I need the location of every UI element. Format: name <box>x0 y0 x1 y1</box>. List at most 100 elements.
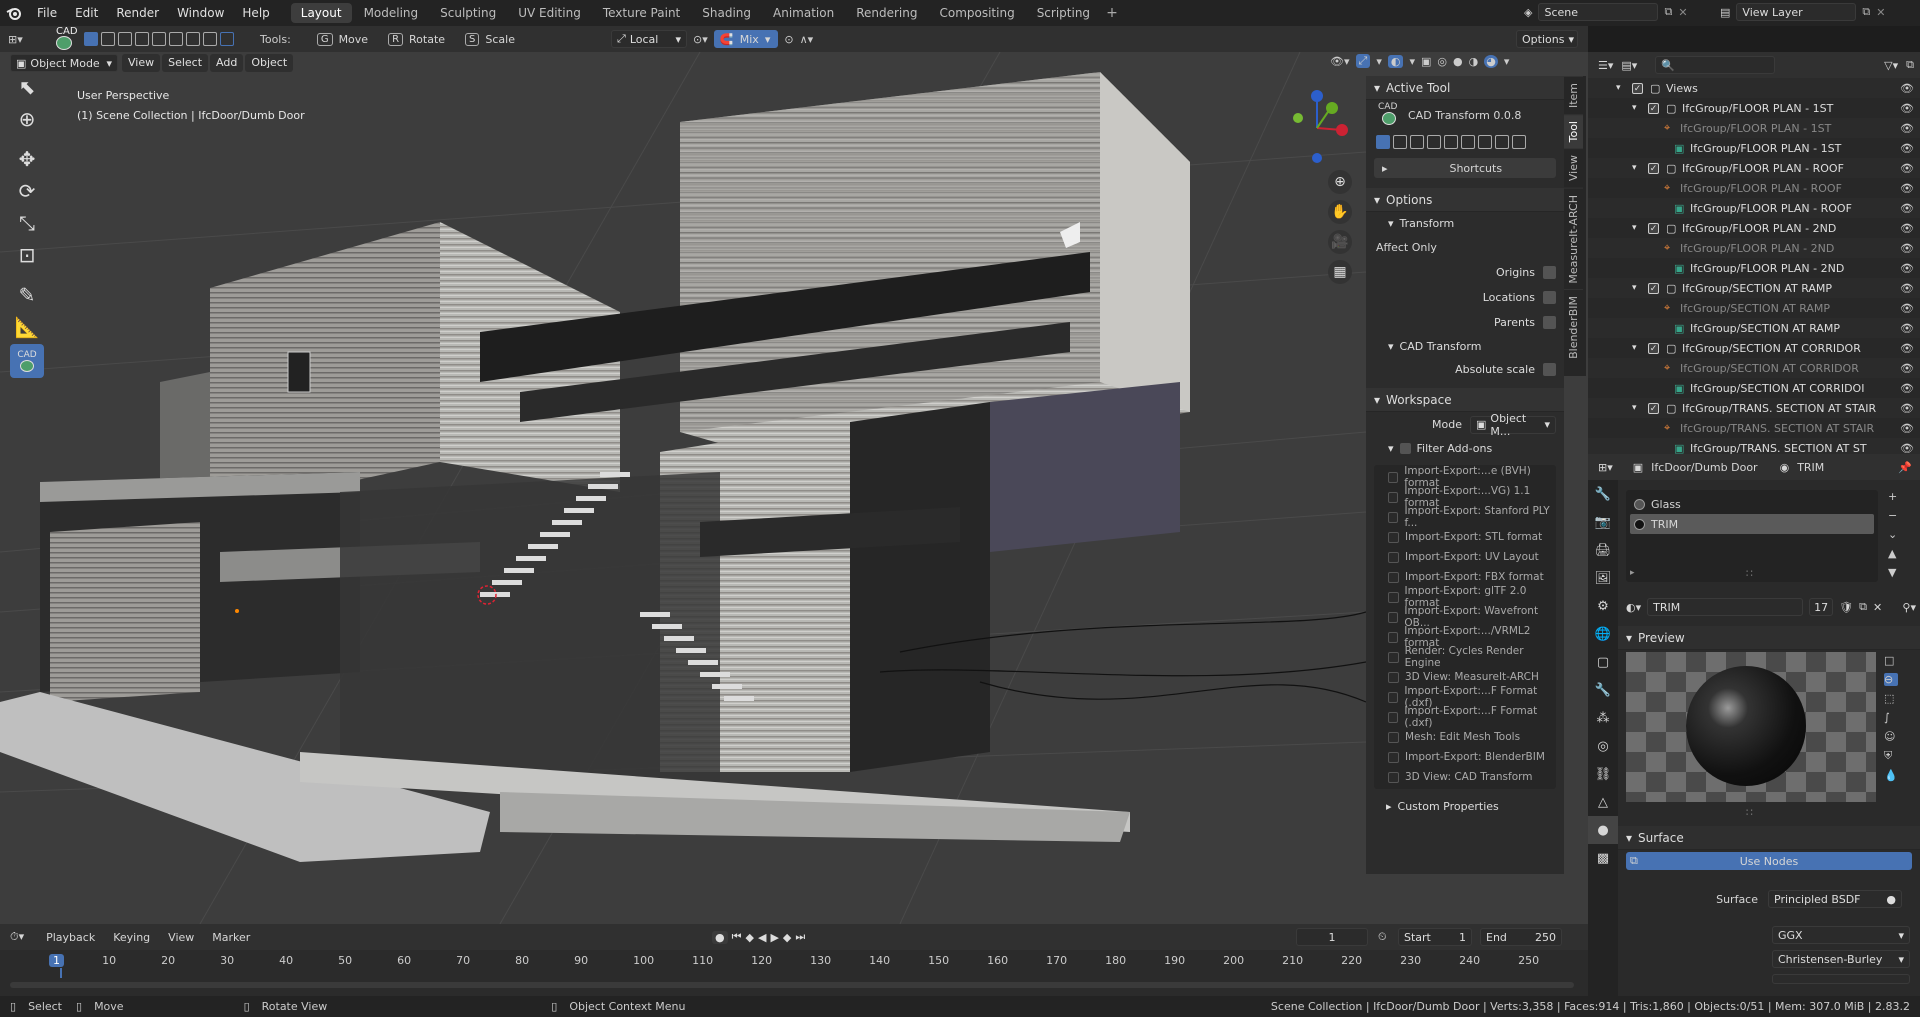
mode-dropdown[interactable]: ▣Object M...▾ <box>1470 416 1556 434</box>
options-section-header[interactable]: ▾Options <box>1366 188 1564 212</box>
tab-rendering[interactable]: Rendering <box>846 3 927 23</box>
rotate-tool-label[interactable]: Rotate <box>409 33 445 46</box>
slot-list-resize-icon[interactable]: ∷ <box>1746 567 1753 580</box>
visibility-eye-icon[interactable]: 👁 <box>1900 202 1914 215</box>
disclosure-icon[interactable]: ▾ <box>1632 343 1637 353</box>
outliner-row[interactable]: ▣IfcGroup/FLOOR PLAN - 2ND👁 <box>1588 258 1920 278</box>
visibility-eye-icon[interactable]: 👁 <box>1900 402 1914 415</box>
object-mode-dropdown[interactable]: ▣ Object Mode ▾ <box>10 54 118 72</box>
visibility-eye-icon[interactable]: 👁 <box>1900 342 1914 355</box>
object-tab-icon[interactable]: ▢ <box>1588 648 1618 676</box>
scene-tab-icon[interactable]: ⚙ <box>1588 592 1618 620</box>
outliner-row[interactable]: ▣IfcGroup/SECTION AT CORRIDOI👁 <box>1588 378 1920 398</box>
use-preview-range-icon[interactable]: ⏲ <box>1378 930 1387 944</box>
custom-properties-subheader[interactable]: ▸Custom Properties <box>1366 795 1564 817</box>
addon-item[interactable]: Import-Export:...F Format (.dxf) <box>1374 707 1556 727</box>
tool-tab-icon[interactable]: 🔧 <box>1588 480 1618 508</box>
select-invert-icon[interactable] <box>135 32 149 46</box>
addon-item[interactable]: Import-Export:...e (BVH) format <box>1374 467 1556 487</box>
play-icon[interactable]: ▶ <box>770 931 778 944</box>
sidebar-tab-tool[interactable]: Tool <box>1564 114 1583 148</box>
snap-mode-value[interactable]: Mix <box>740 33 759 46</box>
texture-tab-icon[interactable]: ▩ <box>1588 844 1618 872</box>
play-reverse-icon[interactable]: ◀ <box>758 931 766 944</box>
mode8-icon[interactable] <box>1495 135 1509 149</box>
addon-checkbox[interactable] <box>1388 712 1398 723</box>
mode1-icon[interactable] <box>1376 135 1390 149</box>
cad-transform-tool-icon[interactable]: CAD <box>42 27 78 51</box>
locations-checkbox[interactable] <box>1543 291 1556 304</box>
outliner-row[interactable]: ⌖IfcGroup/SECTION AT CORRIDOR👁 <box>1588 358 1920 378</box>
scene-icon[interactable]: ◈ <box>1524 6 1532 19</box>
move-tool-icon[interactable]: ✥ <box>10 144 44 174</box>
ortho-toggle-icon[interactable]: ▦ <box>1328 260 1352 284</box>
visibility-eye-icon[interactable]: 👁 <box>1900 182 1914 195</box>
origins-checkbox[interactable] <box>1543 266 1556 279</box>
menu-help[interactable]: Help <box>233 0 278 26</box>
addon-checkbox[interactable] <box>1388 632 1398 643</box>
visibility-eye-icon[interactable]: 👁 <box>1900 222 1914 235</box>
measure-tool-icon[interactable]: 📐 <box>10 312 44 342</box>
preview-flat-icon[interactable]: □ <box>1884 654 1898 667</box>
disclosure-icon[interactable]: ▾ <box>1632 103 1637 113</box>
addon-item[interactable]: Import-Export: STL format <box>1374 527 1556 547</box>
addon-item[interactable]: Import-Export: UV Layout <box>1374 547 1556 567</box>
particles-tab-icon[interactable]: ⁂ <box>1588 704 1618 732</box>
filter-addons-checkbox[interactable] <box>1400 443 1411 454</box>
jump-end-icon[interactable]: ⏭ <box>795 930 805 944</box>
select-mode9-icon[interactable] <box>220 32 234 46</box>
outliner-row[interactable]: ▾✓▢IfcGroup/FLOOR PLAN - 1ST👁 <box>1588 98 1920 118</box>
cad-transform-subheader[interactable]: ▾CAD Transform <box>1366 335 1564 357</box>
timeline-menu-playback[interactable]: Playback <box>40 931 101 944</box>
tab-layout[interactable]: Layout <box>291 3 352 23</box>
jump-start-icon[interactable]: ⏮ <box>732 930 742 944</box>
viewport-menu-add[interactable]: Add <box>210 54 243 72</box>
display-mode-icon[interactable]: ▤▾ <box>1621 59 1637 72</box>
constraints-tab-icon[interactable]: ⛓ <box>1588 760 1618 788</box>
gizmo-chevron-icon[interactable]: ▾ <box>1376 55 1382 68</box>
pan-hand-icon[interactable]: ✋ <box>1328 200 1352 224</box>
addon-item[interactable]: 3D View: MeasureIt-ARCH <box>1374 667 1556 687</box>
addon-item[interactable]: 3D View: CAD Transform <box>1374 767 1556 787</box>
material-name-field[interactable]: TRIM <box>1647 598 1803 616</box>
addon-item[interactable]: Render: Cycles Render Engine <box>1374 647 1556 667</box>
visibility-eye-icon[interactable]: 👁 <box>1900 102 1914 115</box>
visibility-eye-icon[interactable]: 👁 <box>1900 442 1914 455</box>
outliner-row[interactable]: ⌖IfcGroup/FLOOR PLAN - 2ND👁 <box>1588 238 1920 258</box>
physics-tab-icon[interactable]: ◎ <box>1588 732 1618 760</box>
add-workspace-button[interactable]: + <box>1100 5 1124 21</box>
material-users-count[interactable]: 17 <box>1809 598 1833 616</box>
shading-chevron-icon[interactable]: ▾ <box>1504 55 1510 68</box>
menu-window[interactable]: Window <box>168 0 233 26</box>
addon-item[interactable]: Import-Export:...F Format (.dxf) <box>1374 687 1556 707</box>
include-checkbox-icon[interactable]: ✓ <box>1648 283 1659 294</box>
parents-checkbox[interactable] <box>1543 316 1556 329</box>
addon-item[interactable]: Mesh: Edit Mesh Tools <box>1374 727 1556 747</box>
visibility-eye-icon[interactable]: 👁 <box>1900 242 1914 255</box>
absolute-scale-checkbox[interactable] <box>1543 363 1556 376</box>
falloff-icon[interactable]: ∧▾ <box>800 33 814 46</box>
distribution-dropdown[interactable]: GGX▾ <box>1772 926 1910 944</box>
outliner-row[interactable]: ⌖IfcGroup/FLOOR PLAN - ROOF👁 <box>1588 178 1920 198</box>
surface-shader-dropdown[interactable]: Principled BSDF● <box>1768 890 1902 908</box>
sidebar-tab-measureit-arch[interactable]: MeasureIt-ARCH <box>1564 188 1583 290</box>
rotate-tool-icon[interactable]: ⟳ <box>10 176 44 206</box>
world-tab-icon[interactable]: 🌐 <box>1588 620 1618 648</box>
viewport-menu-object[interactable]: Object <box>245 54 293 72</box>
addon-checkbox[interactable] <box>1388 572 1399 583</box>
timeline-editor-icon[interactable]: ⏱▾ <box>10 930 24 944</box>
options-dropdown[interactable]: Options▾ <box>1516 30 1578 48</box>
include-checkbox-icon[interactable]: ✓ <box>1648 343 1659 354</box>
visibility-eye-icon[interactable]: 👁 <box>1900 322 1914 335</box>
mode3-icon[interactable] <box>1410 135 1424 149</box>
include-checkbox-icon[interactable]: ✓ <box>1648 163 1659 174</box>
use-nodes-button[interactable]: ⧉Use Nodes <box>1626 852 1912 870</box>
visibility-eye-icon[interactable]: 👁 <box>1900 82 1914 95</box>
record-icon[interactable]: ● <box>712 931 728 944</box>
disclosure-icon[interactable]: ▾ <box>1632 223 1637 233</box>
tab-compositing[interactable]: Compositing <box>929 3 1024 23</box>
view-layer-tab-icon[interactable]: 🖼 <box>1588 564 1618 592</box>
addon-item[interactable]: Import-Export: glTF 2.0 format <box>1374 587 1556 607</box>
scale-tool-icon[interactable]: ⤡ <box>10 208 44 238</box>
visibility-eye-icon[interactable]: 👁 <box>1900 122 1914 135</box>
